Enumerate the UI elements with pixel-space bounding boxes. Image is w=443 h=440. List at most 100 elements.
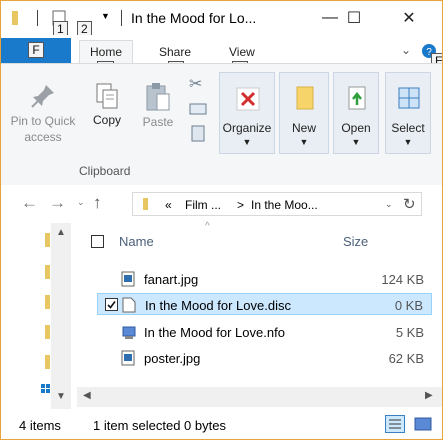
file-row-fanart[interactable]: fanart.jpg 124 KB xyxy=(97,268,432,290)
new-folder-icon xyxy=(296,86,314,110)
nav-folder-icon[interactable] xyxy=(45,355,50,369)
file-name: fanart.jpg xyxy=(144,272,199,287)
ribbon-home: Pin to Quick access Copy Paste ✂ Clipboa… xyxy=(1,63,442,187)
refresh-icon[interactable]: ↻ xyxy=(403,195,416,213)
blank-file-icon xyxy=(122,297,136,313)
up-arrow-icon[interactable]: ↑ xyxy=(93,193,102,213)
tab-view-label: View xyxy=(229,45,255,59)
scroll-up-icon[interactable]: ▲ xyxy=(56,227,66,238)
recent-locations-icon[interactable]: ⌄ xyxy=(77,197,85,208)
title-bar: 1 2 ▼ In the Mood for Lo... — ☐ ✕ xyxy=(1,1,442,37)
qat-separator xyxy=(37,10,38,26)
pin-to-quick-access-button[interactable]: Pin to Quick access xyxy=(7,82,79,145)
details-view-icon[interactable] xyxy=(385,415,405,433)
scroll-down-icon[interactable]: ▼ xyxy=(56,391,66,402)
file-size: 124 KB xyxy=(381,272,424,287)
file-row-nfo[interactable]: In the Mood for Love.nfo 5 KB xyxy=(97,321,432,343)
large-icons-view-icon[interactable] xyxy=(413,415,433,433)
new-button[interactable]: New ▼ xyxy=(279,72,329,154)
organize-button[interactable]: Organize ▼ xyxy=(219,72,275,154)
ribbon-tab-strip: F Home Share View ⌄ ? xyxy=(1,35,442,65)
breadcrumb-overflow[interactable]: « xyxy=(165,198,172,212)
address-folder-icon xyxy=(143,198,148,210)
column-header-name[interactable]: Name xyxy=(119,234,154,249)
nav-folder-icon[interactable] xyxy=(45,265,50,279)
select-all-checkbox[interactable] xyxy=(91,235,104,248)
address-dropdown-icon[interactable]: ⌄ xyxy=(385,199,393,210)
file-name: poster.jpg xyxy=(144,351,201,366)
close-button[interactable]: ✕ xyxy=(386,1,432,35)
sort-indicator-icon: ^ xyxy=(205,221,210,232)
paste-icon xyxy=(146,83,170,111)
back-arrow-icon[interactable]: ← xyxy=(21,193,38,213)
paste-label: Paste xyxy=(142,115,174,129)
select-all-icon xyxy=(398,87,420,109)
forward-arrow-icon[interactable]: → xyxy=(49,193,66,213)
navigation-bar: ← → ⌄ ↑ « Film ... > In the Moo... ⌄ ↻ xyxy=(1,185,442,223)
row-checkbox[interactable] xyxy=(105,298,118,311)
file-size: 5 KB xyxy=(395,325,424,340)
image-file-icon xyxy=(121,350,135,366)
scroll-right-icon[interactable]: ▶ xyxy=(425,390,433,401)
navigation-pane: ▲ ▼ xyxy=(1,223,77,409)
scroll-left-icon[interactable]: ◀ xyxy=(83,390,91,401)
tab-view[interactable]: View xyxy=(229,45,255,59)
pin-label: Pin to Quick access xyxy=(10,114,76,144)
nav-vertical-scrollbar[interactable]: ▲ ▼ xyxy=(51,223,71,409)
selection-info: 1 item selected 0 bytes xyxy=(93,418,226,433)
file-list: ^ Name Size fanart.jpg 124 KB In the Moo… xyxy=(77,221,442,387)
breadcrumb-in-the-mood[interactable]: In the Moo... xyxy=(251,198,318,212)
nfo-file-icon xyxy=(122,326,136,339)
file-row-poster[interactable]: poster.jpg 62 KB xyxy=(97,347,432,369)
address-bar[interactable]: « Film ... > In the Moo... ⌄ ↻ xyxy=(132,192,422,216)
select-button[interactable]: Select ▼ xyxy=(385,72,431,154)
open-dropdown-icon: ▼ xyxy=(351,137,361,147)
title-separator xyxy=(121,10,122,26)
copy-path-icon[interactable] xyxy=(189,102,207,116)
copy-label: Copy xyxy=(92,113,121,127)
move-to-icon xyxy=(236,87,260,111)
keytip-file: F xyxy=(28,42,44,58)
image-file-icon xyxy=(121,271,135,287)
paste-button[interactable]: Paste xyxy=(137,82,179,129)
breadcrumb-separator[interactable]: > xyxy=(237,198,244,212)
column-header-size[interactable]: Size xyxy=(343,234,368,249)
qat-dropdown-icon[interactable]: ▼ xyxy=(101,11,110,21)
item-count: 4 items xyxy=(19,418,61,433)
file-size: 0 KB xyxy=(394,298,423,313)
open-button[interactable]: Open ▼ xyxy=(333,72,379,154)
nav-folder-icon[interactable] xyxy=(45,233,50,247)
cut-icon[interactable]: ✂ xyxy=(189,74,202,94)
pin-icon xyxy=(31,85,54,108)
checkmark-icon xyxy=(107,301,116,309)
copy-button[interactable]: Copy xyxy=(87,82,127,127)
file-name: In the Mood for Love.disc xyxy=(145,298,291,313)
tab-share[interactable]: Share xyxy=(159,45,191,59)
windows-drive-icon[interactable] xyxy=(41,383,51,395)
explorer-window: 1 2 ▼ In the Mood for Lo... — ☐ ✕ F Home… xyxy=(0,0,443,440)
status-bar: 4 items 1 item selected 0 bytes xyxy=(1,411,442,439)
horizontal-scrollbar[interactable]: ◀ ▶ xyxy=(77,387,442,407)
nav-folder-icon[interactable] xyxy=(45,325,50,339)
ribbon-expand-icon[interactable]: ⌄ xyxy=(401,43,411,57)
file-name: In the Mood for Love.nfo xyxy=(144,325,285,340)
copy-icon xyxy=(96,83,118,109)
breadcrumb-film[interactable]: Film ... xyxy=(185,198,221,212)
tab-share-label: Share xyxy=(159,45,192,59)
file-size: 62 KB xyxy=(388,351,424,366)
window-title: In the Mood for Lo... xyxy=(131,10,257,26)
maximize-button[interactable]: ☐ xyxy=(331,1,377,35)
file-row-disc[interactable]: In the Mood for Love.disc 0 KB xyxy=(97,293,432,315)
select-dropdown-icon: ▼ xyxy=(403,137,413,147)
tab-home-label: Home xyxy=(90,45,123,59)
select-label: Select xyxy=(391,121,425,135)
open-label: Open xyxy=(341,121,371,135)
organize-dropdown-icon: ▼ xyxy=(242,137,252,147)
new-label: New xyxy=(291,121,316,135)
properties-check-icon xyxy=(348,86,366,110)
nav-folder-icon[interactable] xyxy=(45,295,50,309)
folder-icon xyxy=(12,11,18,25)
tab-file[interactable]: F xyxy=(1,38,71,65)
paste-shortcut-icon[interactable] xyxy=(191,124,205,142)
clipboard-group-label: Clipboard xyxy=(79,164,131,178)
